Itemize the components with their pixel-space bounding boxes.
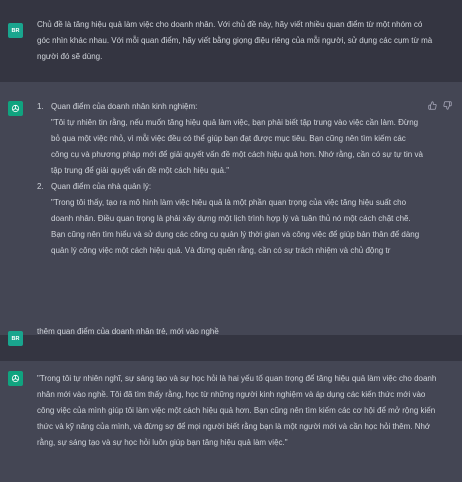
- viewpoint-heading: Quan điểm của doanh nhân kinh nghiệm:: [51, 102, 198, 111]
- thumbs-up-icon[interactable]: [428, 101, 437, 110]
- list-number: 2.: [37, 182, 44, 191]
- viewpoint-list: 1. Quan điểm của doanh nhân kinh nghiệm:…: [37, 99, 423, 259]
- user-message: BR Chủ đề là tăng hiệu quả làm việc cho …: [0, 0, 462, 82]
- list-item: 2. Quan điểm của nhà quản lý: "Trong tôi…: [37, 179, 423, 259]
- user-avatar: BR: [8, 23, 23, 38]
- assistant-message-text: "Trong tôi tự nhiên nghĩ, sự sáng tạo và…: [37, 371, 437, 451]
- thumbs-down-icon[interactable]: [443, 101, 452, 110]
- feedback-buttons: [428, 101, 452, 110]
- assistant-message-text: 1. Quan điểm của doanh nhân kinh nghiệm:…: [37, 99, 423, 259]
- list-item: 1. Quan điểm của doanh nhân kinh nghiệm:…: [37, 99, 423, 179]
- viewpoint-quote: "Trong tôi thấy, tạo ra mô hình làm việc…: [51, 198, 420, 255]
- openai-logo-icon: [11, 104, 20, 113]
- message-text: Chủ đề là tăng hiệu quả làm việc cho doa…: [37, 20, 433, 61]
- message-text: thêm quan điểm của doanh nhân trẻ, mới v…: [37, 327, 219, 336]
- assistant-message: 1. Quan điểm của doanh nhân kinh nghiệm:…: [0, 82, 462, 335]
- viewpoint-quote: "Tôi tự nhiên tin rằng, nếu muốn tăng hi…: [51, 118, 423, 175]
- assistant-avatar: [8, 371, 23, 386]
- openai-logo-icon: [11, 374, 20, 383]
- user-message-text: thêm quan điểm của doanh nhân trẻ, mới v…: [37, 324, 437, 340]
- list-number: 1.: [37, 102, 44, 111]
- user-avatar: BR: [8, 331, 23, 346]
- message-text: "Trong tôi tự nhiên nghĩ, sự sáng tạo và…: [37, 374, 437, 447]
- assistant-avatar: [8, 101, 23, 116]
- viewpoint-heading: Quan điểm của nhà quản lý:: [51, 182, 152, 191]
- user-message-text: Chủ đề là tăng hiệu quả làm việc cho doa…: [37, 17, 437, 65]
- user-message: BR thêm quan điểm của doanh nhân trẻ, mớ…: [0, 327, 462, 361]
- assistant-message: "Trong tôi tự nhiên nghĩ, sự sáng tạo và…: [0, 361, 462, 482]
